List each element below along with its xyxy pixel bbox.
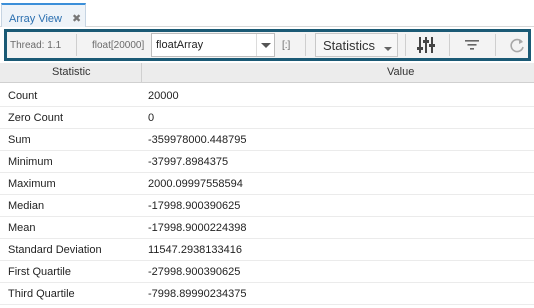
table-row[interactable]: Standard Deviation 11547.2938133416 bbox=[0, 239, 534, 261]
value-cell: -27998.900390625 bbox=[148, 266, 241, 278]
tab-bar: Array View ✖ bbox=[0, 0, 534, 27]
value-cell: -17998.9000224398 bbox=[148, 222, 247, 234]
table-row[interactable]: Minimum -37997.8984375 bbox=[0, 151, 534, 173]
table-row[interactable]: Count 20000 bbox=[0, 85, 534, 107]
table-row[interactable]: Median -17998.900390625 bbox=[0, 195, 534, 217]
toolbar-separator bbox=[305, 34, 306, 56]
column-header-value[interactable]: Value bbox=[387, 66, 414, 78]
statistic-cell: Minimum bbox=[8, 156, 53, 168]
statistic-cell: Standard Deviation bbox=[8, 244, 102, 256]
table-row[interactable]: Sum -359978000.448795 bbox=[0, 129, 534, 151]
columns-settings-icon[interactable] bbox=[415, 34, 437, 56]
table-row[interactable]: Third Quartile -7998.89990234375 bbox=[0, 283, 534, 305]
toolbar-separator bbox=[405, 34, 406, 56]
statistic-cell: Count bbox=[8, 90, 38, 102]
toolbar-separator bbox=[449, 34, 450, 56]
value-cell: -17998.900390625 bbox=[148, 200, 241, 212]
tab-array-view[interactable]: Array View ✖ bbox=[1, 3, 86, 27]
statistic-cell: Median bbox=[8, 200, 45, 212]
statistic-cell: Zero Count bbox=[8, 112, 64, 124]
chevron-down-icon bbox=[384, 47, 392, 51]
thread-label: Thread: 1.1 bbox=[10, 40, 62, 51]
statistics-table-body: Count 20000 Zero Count 0 Sum -359978000.… bbox=[0, 85, 534, 305]
close-icon[interactable]: ✖ bbox=[72, 12, 81, 25]
statistic-cell: Third Quartile bbox=[8, 288, 75, 300]
tab-label: Array View bbox=[9, 13, 62, 25]
statistic-cell: Maximum bbox=[8, 178, 56, 190]
statistic-cell: First Quartile bbox=[8, 266, 71, 278]
chevron-down-icon[interactable] bbox=[256, 34, 274, 56]
table-row[interactable]: Zero Count 0 bbox=[0, 107, 534, 129]
statistic-cell: Mean bbox=[8, 222, 36, 234]
value-cell: -37997.8984375 bbox=[148, 156, 229, 168]
toolbar-separator bbox=[495, 34, 496, 56]
column-header-statistic[interactable]: Statistic bbox=[52, 66, 91, 78]
value-cell: 11547.2938133416 bbox=[148, 244, 243, 256]
value-cell: 0 bbox=[148, 112, 155, 124]
value-cell: 2000.09997558594 bbox=[148, 178, 243, 190]
table-row[interactable]: Maximum 2000.09997558594 bbox=[0, 173, 534, 195]
table-header: Statistic Value bbox=[0, 63, 534, 83]
view-mode-label: Statistics bbox=[323, 38, 376, 53]
view-mode-dropdown[interactable]: Statistics bbox=[315, 33, 398, 57]
variable-value: floatArray bbox=[156, 39, 204, 51]
filter-icon[interactable] bbox=[461, 34, 483, 56]
array-toolbar: Thread: 1.1 float[20000] floatArray [:] … bbox=[4, 29, 531, 61]
table-row[interactable]: Mean -17998.9000224398 bbox=[0, 217, 534, 239]
value-cell: -359978000.448795 bbox=[148, 134, 247, 146]
slice-label[interactable]: [:] bbox=[282, 40, 290, 51]
table-row[interactable]: First Quartile -27998.900390625 bbox=[0, 261, 534, 283]
array-type-label: float[20000] bbox=[92, 40, 145, 51]
toolbar-separator bbox=[76, 34, 77, 56]
column-divider[interactable] bbox=[141, 63, 142, 83]
variable-combobox[interactable]: floatArray bbox=[151, 33, 275, 57]
value-cell: -7998.89990234375 bbox=[148, 288, 247, 300]
refresh-icon[interactable] bbox=[506, 34, 528, 56]
statistic-cell: Sum bbox=[8, 134, 31, 146]
value-cell: 20000 bbox=[148, 90, 179, 102]
